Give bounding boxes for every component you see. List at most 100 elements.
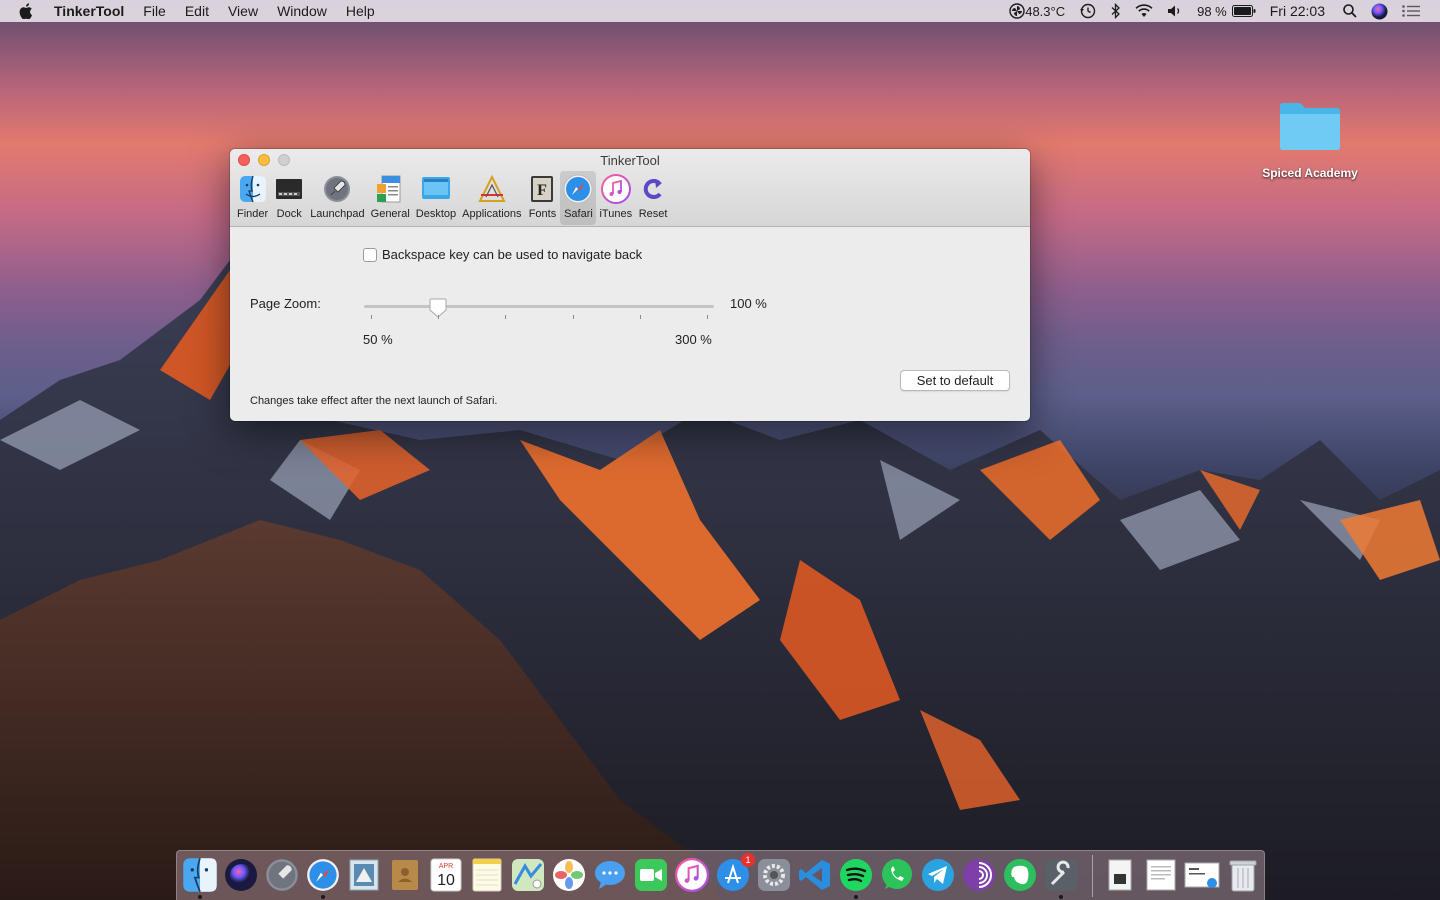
clock[interactable]: Fri 22:03	[1270, 3, 1325, 19]
dock-telegram[interactable]	[920, 857, 956, 893]
app-menu[interactable]: TinkerTool	[54, 0, 124, 22]
spotlight-search-icon[interactable]	[1343, 4, 1357, 18]
dock-safari[interactable]	[305, 857, 341, 893]
menu-bar: TinkerTool File Edit View Window Help 48…	[0, 0, 1440, 22]
page-zoom-value: 100 %	[730, 296, 767, 311]
document-icon	[1108, 859, 1132, 891]
dock-tinkertool[interactable]	[1043, 857, 1079, 893]
file-menu[interactable]: File	[143, 0, 166, 22]
temperature-value: 48.3°C	[1025, 3, 1066, 19]
tab-applications[interactable]: Applications	[459, 171, 524, 225]
time-machine-icon[interactable]	[1079, 3, 1097, 19]
vscode-icon	[799, 860, 830, 890]
dock-itunes[interactable]	[674, 857, 710, 893]
desktop-icon	[421, 174, 451, 204]
dock-spotify[interactable]	[838, 857, 874, 893]
tab-dock[interactable]: Dock	[271, 171, 307, 225]
tab-general[interactable]: General	[368, 171, 413, 225]
tab-itunes[interactable]: iTunes	[596, 171, 635, 225]
tinkertool-wrench-icon	[1045, 859, 1077, 891]
wifi-icon[interactable]	[1135, 4, 1153, 18]
tab-reset[interactable]: Reset	[635, 171, 671, 225]
calendar-month: APR	[439, 863, 453, 870]
telegram-plane-icon	[922, 859, 954, 891]
photos-flower-icon	[553, 859, 585, 891]
dock-app-store[interactable]: 1	[715, 853, 755, 893]
page-zoom-slider[interactable]	[364, 298, 714, 329]
running-indicator	[198, 895, 202, 899]
dock-facetime[interactable]	[633, 857, 669, 893]
maps-icon	[512, 859, 544, 891]
tab-label: Launchpad	[310, 208, 365, 220]
spotify-icon	[840, 859, 872, 891]
safari-settings-panel: Backspace key can be used to navigate ba…	[230, 227, 1030, 421]
dock-trash[interactable]	[1225, 857, 1261, 893]
siri-icon[interactable]	[1371, 3, 1388, 20]
itunes-music-note-icon	[600, 174, 631, 204]
tab-label: Desktop	[415, 208, 457, 220]
tab-fonts[interactable]: F Fonts	[524, 171, 560, 225]
dock-messages[interactable]	[592, 857, 628, 893]
notification-badge: 1	[741, 853, 755, 867]
tab-finder[interactable]: Finder	[234, 171, 271, 225]
window-menu[interactable]: Window	[277, 0, 327, 22]
tab-safari[interactable]: Safari	[560, 171, 597, 225]
slider-tick	[639, 315, 641, 319]
window-title: TinkerTool	[600, 153, 660, 168]
edit-menu[interactable]: Edit	[185, 0, 209, 22]
restart-note: Changes take effect after the next launc…	[250, 395, 498, 407]
dock-mail[interactable]	[346, 857, 382, 893]
window-titlebar[interactable]: TinkerTool Finder Dock Launchpad General…	[230, 149, 1030, 227]
backspace-navigation-checkbox[interactable]	[363, 247, 377, 262]
safari-compass-icon	[307, 859, 339, 891]
slider-tick	[707, 315, 708, 319]
set-to-default-button[interactable]: Set to default	[900, 370, 1010, 391]
dock-document-stack-2[interactable]	[1143, 857, 1179, 893]
desktop-wallpaper	[0, 0, 1440, 900]
facetime-camera-icon	[635, 859, 667, 891]
dock-calendar[interactable]: APR 10	[428, 857, 464, 893]
running-indicator	[1059, 895, 1063, 899]
view-menu[interactable]: View	[228, 0, 258, 22]
tab-label: Finder	[237, 208, 269, 220]
applications-icon	[477, 174, 507, 204]
tab-label: Fonts	[528, 208, 557, 220]
page-zoom-label: Page Zoom:	[250, 296, 321, 311]
svg-text:F: F	[538, 182, 548, 199]
trash-icon	[1229, 860, 1257, 892]
backspace-navigation-setting[interactable]: Backspace key can be used to navigate ba…	[363, 247, 642, 262]
dock: APR 10 1	[176, 850, 1265, 900]
notification-center-icon[interactable]	[1402, 5, 1420, 17]
slider-max-label: 300 %	[675, 332, 712, 347]
apple-menu-icon[interactable]	[19, 3, 37, 19]
dock-vscode[interactable]	[797, 857, 833, 893]
tab-desktop[interactable]: Desktop	[413, 171, 459, 225]
volume-icon[interactable]	[1167, 4, 1183, 18]
dock-photos[interactable]	[551, 857, 587, 893]
battery-status[interactable]: 98 %	[1197, 4, 1256, 19]
dock-notes[interactable]	[469, 857, 505, 893]
tab-launchpad[interactable]: Launchpad	[307, 171, 367, 225]
dock-system-preferences[interactable]	[756, 857, 792, 893]
dock-evernote[interactable]	[1002, 857, 1038, 893]
dock-downloads-stack[interactable]	[1184, 857, 1220, 893]
dock-siri[interactable]	[223, 857, 259, 893]
dock-finder[interactable]	[182, 857, 218, 893]
dock-tor-browser[interactable]	[961, 857, 997, 893]
launchpad-rocket-icon	[266, 859, 298, 891]
dock-maps[interactable]	[510, 857, 546, 893]
gear-icon	[758, 859, 790, 891]
slider-min-label: 50 %	[363, 332, 393, 347]
dock-whatsapp[interactable]	[879, 857, 915, 893]
dock-contacts[interactable]	[387, 857, 423, 893]
running-indicator	[321, 895, 325, 899]
temperature-status[interactable]: 48.3°C	[1009, 3, 1065, 19]
dock-launchpad[interactable]	[264, 857, 300, 893]
whatsapp-icon	[882, 859, 912, 889]
desktop-folder[interactable]: Spiced Academy	[1252, 100, 1368, 180]
messages-bubble-icon	[595, 861, 625, 889]
bluetooth-icon[interactable]	[1111, 3, 1121, 19]
fan-icon	[1009, 3, 1025, 19]
dock-document-stack-1[interactable]	[1102, 857, 1138, 893]
help-menu[interactable]: Help	[346, 0, 375, 22]
